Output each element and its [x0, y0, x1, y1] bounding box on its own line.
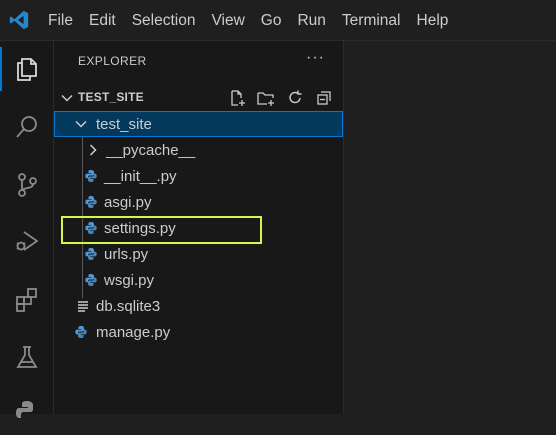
python-file-icon	[74, 325, 88, 339]
new-file-icon[interactable]	[226, 89, 248, 107]
python-file-icon	[84, 247, 98, 261]
chevron-right-icon	[86, 143, 100, 157]
menu-edit[interactable]: Edit	[81, 0, 124, 41]
tree-item-label: test_site	[96, 115, 152, 133]
tree-item-label: __pycache__	[106, 141, 196, 159]
menu-bar: File Edit Selection View Go Run Terminal…	[40, 0, 456, 41]
activity-bar	[0, 41, 54, 418]
menu-view[interactable]: View	[203, 0, 252, 41]
python-file-icon	[84, 273, 98, 287]
menu-file[interactable]: File	[40, 0, 81, 41]
workspace-header[interactable]: TEST_SITE	[54, 87, 343, 109]
chevron-down-icon	[74, 117, 88, 131]
text-file-icon	[76, 299, 90, 313]
collapse-all-icon[interactable]	[313, 89, 335, 107]
search-icon[interactable]	[0, 103, 54, 151]
tree-item-init-py[interactable]: __init__.py	[54, 163, 343, 189]
python-icon[interactable]	[0, 387, 54, 435]
menu-run[interactable]: Run	[289, 0, 333, 41]
tree-item-manage-py[interactable]: manage.py	[54, 319, 343, 345]
chevron-down-icon	[60, 91, 74, 110]
explorer-icon[interactable]	[0, 45, 54, 93]
tree-item-pycache-folder[interactable]: __pycache__	[54, 137, 343, 163]
menu-go[interactable]: Go	[253, 0, 290, 41]
workspace-name: TEST_SITE	[78, 90, 144, 104]
run-debug-icon[interactable]	[0, 217, 54, 265]
editor-area[interactable]	[344, 41, 556, 414]
tree-item-label: asgi.py	[104, 193, 152, 211]
menu-help[interactable]: Help	[409, 0, 457, 41]
tree-item-asgi-py[interactable]: asgi.py	[54, 189, 343, 215]
tree-item-label: urls.py	[104, 245, 149, 263]
menu-terminal[interactable]: Terminal	[334, 0, 409, 41]
title-bar: File Edit Selection View Go Run Terminal…	[0, 0, 556, 41]
tree-item-urls-py[interactable]: urls.py	[54, 241, 343, 267]
menu-selection[interactable]: Selection	[124, 0, 204, 41]
tree-item-label: manage.py	[96, 323, 171, 341]
tree-item-label: wsgi.py	[104, 271, 155, 289]
python-file-icon	[84, 195, 98, 209]
python-file-icon	[84, 169, 98, 183]
testing-icon[interactable]	[0, 333, 54, 381]
tree-item-db-sqlite3[interactable]: db.sqlite3	[54, 293, 343, 319]
explorer-actions	[226, 89, 335, 107]
tree-item-label: db.sqlite3	[96, 297, 161, 315]
source-control-icon[interactable]	[0, 161, 54, 209]
tree-item-wsgi-py[interactable]: wsgi.py	[54, 267, 343, 293]
extensions-icon[interactable]	[0, 275, 54, 323]
explorer-title: EXPLORER	[78, 54, 147, 68]
tree-item-label: __init__.py	[104, 167, 177, 185]
tree-item-test-site-folder[interactable]: test_site	[54, 111, 343, 137]
refresh-icon[interactable]	[284, 89, 306, 107]
vscode-logo-icon	[0, 0, 38, 41]
highlight-box	[61, 216, 262, 244]
new-folder-icon[interactable]	[255, 89, 277, 107]
more-actions-icon[interactable]: ···	[306, 49, 325, 67]
